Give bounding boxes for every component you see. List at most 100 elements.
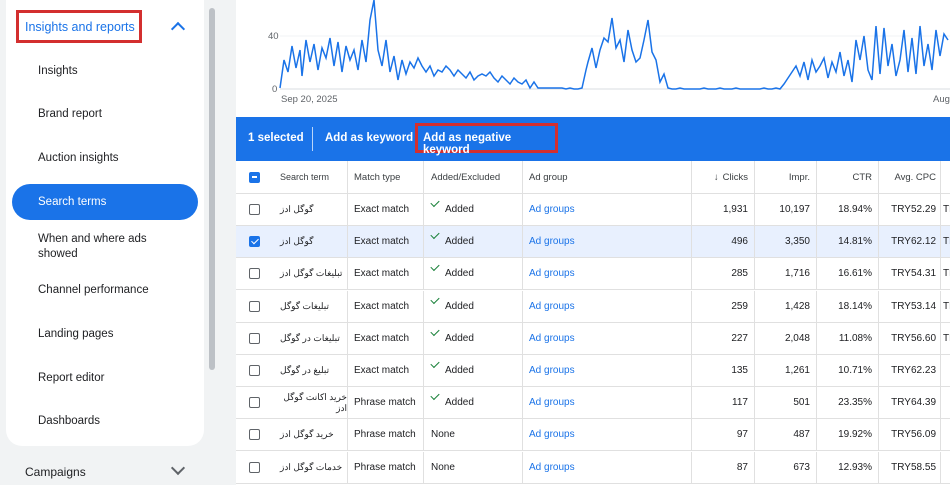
table-row[interactable]: تبلیغات گوگل Exact match Added Ad groups 259… bbox=[236, 290, 950, 323]
header-search-term[interactable]: Search term bbox=[273, 161, 348, 193]
sidebar-item-brand-report[interactable]: Brand report bbox=[38, 107, 102, 122]
header-impr[interactable]: Impr. bbox=[755, 161, 817, 193]
avg-cpc-cell: TRY62.12 bbox=[879, 226, 941, 258]
ctr-cell: 10.71% bbox=[817, 355, 879, 386]
clicks-cell: 97 bbox=[692, 419, 755, 451]
extra-cell bbox=[941, 419, 950, 450]
extra-cell: TR bbox=[943, 268, 950, 280]
ad-group-cell: Ad groups bbox=[523, 290, 692, 322]
ad-group-cell: Ad groups bbox=[523, 419, 692, 451]
select-all-checkbox[interactable] bbox=[249, 171, 260, 183]
ad-group-cell: Ad groups bbox=[523, 194, 692, 225]
ad-groups-link[interactable]: Ad groups bbox=[529, 268, 575, 279]
table-row[interactable]: تبلیغات گوگل ادز Exact match Added Ad group… bbox=[236, 258, 950, 291]
ad-groups-link[interactable]: Ad groups bbox=[529, 429, 575, 440]
ad-group-cell: Ad groups bbox=[523, 451, 692, 483]
sidebar-scrollbar[interactable] bbox=[209, 8, 215, 370]
ad-groups-link[interactable]: Ad groups bbox=[529, 236, 575, 247]
table-row[interactable]: خدمات گوگل ادز Phrase match None Ad groups 8… bbox=[236, 451, 950, 484]
table-row[interactable]: خرید اکانت گوگل ادز Phrase match Added Ad g… bbox=[236, 387, 950, 420]
ad-groups-link[interactable]: Ad groups bbox=[529, 301, 575, 312]
table-row[interactable]: تبلیغات در گوگل Exact match Added Ad groups… bbox=[236, 322, 950, 355]
ad-groups-link[interactable]: Ad groups bbox=[529, 365, 575, 376]
chart-line-series bbox=[279, 0, 949, 90]
y-tick-40: 40 bbox=[268, 31, 279, 42]
table-row[interactable]: گوگل ادز Exact match Added Ad groups 496 3,35… bbox=[236, 226, 950, 259]
row-checkbox[interactable] bbox=[249, 332, 260, 344]
header-ctr[interactable]: CTR bbox=[817, 161, 879, 193]
sidebar-item-dashboards[interactable]: Dashboards bbox=[38, 414, 100, 429]
ad-groups-link[interactable]: Ad groups bbox=[529, 333, 575, 344]
status-text: None bbox=[431, 461, 455, 473]
row-checkbox[interactable] bbox=[249, 204, 260, 215]
impr-cell: 2,048 bbox=[755, 322, 817, 354]
add-as-keyword-button[interactable]: Add as keyword bbox=[325, 132, 413, 144]
row-checkbox[interactable] bbox=[249, 365, 260, 376]
match-type-cell: Phrase match bbox=[348, 387, 424, 419]
sidebar-item-auction-insights[interactable]: Auction insights bbox=[38, 151, 119, 166]
sidebar-item-report-editor[interactable]: Report editor bbox=[38, 371, 104, 386]
status-wrap: Added bbox=[430, 226, 474, 257]
ad-groups-link[interactable]: Ad groups bbox=[529, 397, 575, 408]
row-checkbox[interactable] bbox=[249, 461, 260, 473]
header-added-excluded[interactable]: Added/Excluded bbox=[424, 161, 523, 193]
extra-cell: TR bbox=[943, 300, 950, 312]
row-checkbox[interactable] bbox=[249, 397, 260, 409]
header-ad-group[interactable]: Ad group bbox=[523, 161, 692, 193]
status-text: Added bbox=[445, 204, 474, 215]
checkmark-icon bbox=[430, 197, 440, 208]
add-as-negative-keyword-button[interactable]: Add as negative keyword bbox=[415, 123, 558, 156]
ad-groups-link[interactable]: Ad groups bbox=[529, 204, 575, 215]
added-excluded-cell: None bbox=[424, 419, 523, 451]
clicks-cell: 135 bbox=[692, 355, 755, 386]
avg-cpc-cell: TRY54.31 bbox=[879, 258, 941, 290]
status-text: Added bbox=[445, 365, 474, 376]
impr-cell: 10,197 bbox=[755, 194, 817, 225]
chart-svg bbox=[279, 0, 950, 90]
added-excluded-cell: Added bbox=[424, 322, 523, 354]
nav-section-insights-and-reports[interactable]: Insights and reports bbox=[16, 10, 142, 43]
match-type-cell: Phrase match bbox=[348, 451, 424, 483]
search-term-cell: خرید اکانت گوگل ادز bbox=[273, 387, 348, 419]
search-term-cell: گوگل ادز bbox=[273, 194, 348, 225]
table-row[interactable]: خرید گوگل ادز Phrase match None Ad groups 97… bbox=[236, 419, 950, 452]
status-text: Added bbox=[445, 268, 474, 280]
app-root: Insights and reports Insights Brand repo… bbox=[0, 0, 950, 485]
clicks-cell: 227 bbox=[692, 322, 755, 354]
row-checkbox-cell bbox=[236, 419, 273, 450]
header-avg-cpc[interactable]: Avg. CPC bbox=[879, 161, 941, 193]
search-term-cell: خدمات گوگل ادز bbox=[273, 451, 348, 483]
row-checkbox[interactable] bbox=[249, 300, 260, 312]
ctr-cell: 23.35% bbox=[817, 387, 879, 419]
table-row[interactable]: تبلیغ در گوگل Exact match Added Ad groups 13… bbox=[236, 355, 950, 387]
nav-card: Insights and reports bbox=[6, 0, 204, 446]
selected-count: 1 selected bbox=[248, 132, 304, 144]
sidebar-item-campaigns[interactable]: Campaigns bbox=[25, 465, 86, 479]
clicks-cell: 1,931 bbox=[692, 194, 755, 225]
chevron-down-icon[interactable] bbox=[170, 460, 186, 476]
sidebar-item-channel-performance[interactable]: Channel performance bbox=[38, 283, 149, 298]
row-checkbox[interactable] bbox=[249, 429, 260, 441]
status-text: None bbox=[431, 429, 455, 441]
header-match-type[interactable]: Match type bbox=[348, 161, 424, 193]
row-checkbox[interactable] bbox=[249, 236, 260, 248]
ad-groups-link[interactable]: Ad groups bbox=[529, 462, 575, 473]
status-wrap: Added bbox=[430, 258, 474, 289]
search-term-text: تبلیغات گوگل ادز bbox=[280, 268, 343, 279]
row-checkbox-cell bbox=[236, 387, 273, 418]
avg-cpc-cell: TRY62.23 bbox=[879, 355, 941, 386]
sidebar-item-when-and-where[interactable]: When and where ads showed bbox=[38, 232, 168, 262]
sidebar-item-landing-pages[interactable]: Landing pages bbox=[38, 327, 113, 342]
sidebar-item-insights[interactable]: Insights bbox=[38, 64, 78, 79]
impr-cell: 487 bbox=[755, 419, 817, 451]
status-wrap: Added bbox=[430, 355, 474, 386]
search-term-text: تبلیغات گوگل bbox=[280, 300, 330, 311]
ctr-cell: 18.14% bbox=[817, 290, 879, 322]
row-checkbox[interactable] bbox=[249, 268, 260, 280]
search-term-text: خرید اکانت گوگل ادز bbox=[283, 391, 347, 413]
header-clicks[interactable]: ↓ Clicks bbox=[692, 161, 755, 193]
sidebar-item-search-terms[interactable]: Search terms bbox=[38, 195, 106, 210]
status-wrap: Added bbox=[430, 387, 474, 418]
extra-cell bbox=[941, 452, 950, 483]
table-row[interactable]: گوگل ادز Exact match Added Ad groups 1,931 10… bbox=[236, 194, 950, 226]
